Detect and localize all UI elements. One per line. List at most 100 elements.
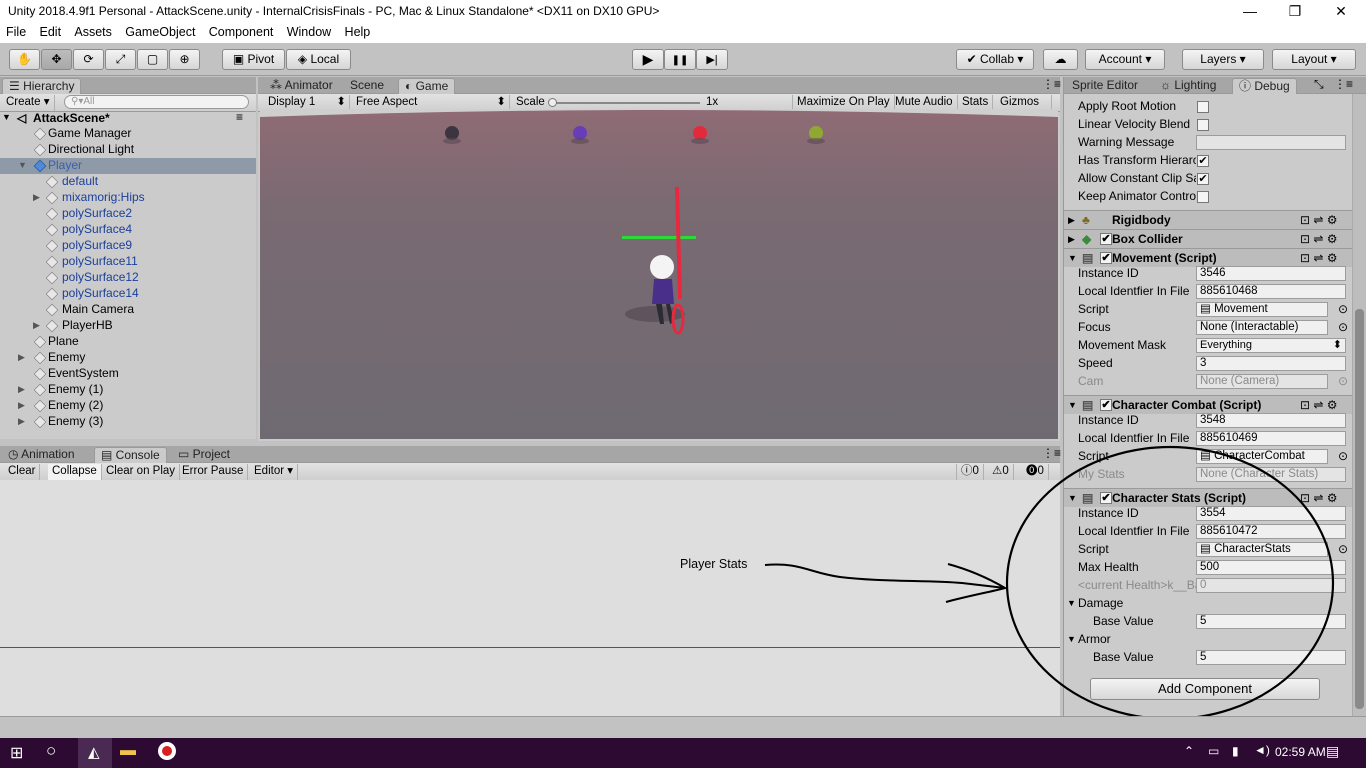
clock[interactable]: 02:59 AM [1275,745,1326,759]
focus-field[interactable]: None (Interactable) [1196,320,1328,335]
hierarchy-item-selected[interactable]: ▼ Player [0,158,256,174]
collab-dropdown[interactable]: ✔ Collab ▾ [956,49,1034,70]
layers-dropdown[interactable]: Layers ▾ [1182,49,1264,70]
minimize-button[interactable]: — [1227,0,1273,23]
battery-icon[interactable]: ▮ [1232,744,1239,758]
tab-lighting[interactable]: ☼ Lighting [1154,78,1222,94]
object-picker-icon[interactable]: ⊙ [1338,373,1348,390]
movement-mask-dropdown[interactable]: Everything ⬍ [1196,338,1346,353]
hierarchy-item[interactable]: EventSystem [0,366,256,382]
clear-on-play-toggle[interactable]: Clear on Play [102,464,181,480]
network-icon[interactable]: ▭ [1208,744,1219,758]
movement-enabled-checkbox[interactable]: ✔ [1100,252,1112,264]
restore-button[interactable]: ❐ [1272,0,1318,23]
instance-id-field[interactable]: 3546 [1196,266,1346,281]
hierarchy-item[interactable]: polySurface9 [0,238,256,254]
apply-root-motion-checkbox[interactable] [1197,101,1209,113]
object-picker-icon[interactable]: ⊙ [1338,301,1348,318]
cam-field[interactable]: None (Camera) [1196,374,1328,389]
unity-taskbar-icon[interactable]: ◭ [78,738,112,768]
scene-header[interactable]: ▼ ◁ AttackScene* ≡ [0,110,256,125]
transform-tool-button[interactable]: ⊕ [169,49,200,70]
cloud-button[interactable]: ☁ [1043,49,1078,70]
layout-dropdown[interactable]: Layout ▾ [1272,49,1356,70]
hierarchy-item[interactable]: ▶ Enemy [0,350,256,366]
tray-chevron-icon[interactable]: ⌃ [1184,744,1194,758]
hierarchy-item[interactable]: Game Manager [0,126,256,142]
hierarchy-item[interactable]: default [0,174,256,190]
component-settings-icons[interactable]: ⊡ ⇌ ⚙ [1300,211,1338,229]
create-dropdown[interactable]: Create ▾ [2,95,55,111]
hierarchy-item[interactable]: ▶ Enemy (1) [0,382,256,398]
object-picker-icon[interactable]: ⊙ [1338,319,1348,336]
hand-tool-button[interactable]: ✋ [9,49,40,70]
hierarchy-search-input[interactable]: ⚲▾All [64,95,249,109]
tab-debug[interactable]: ⓘ Debug [1232,78,1297,94]
editor-dropdown[interactable]: Editor ▾ [250,464,299,480]
tab-hierarchy[interactable]: ☰ Hierarchy [2,78,82,94]
menu-gameobject[interactable]: GameObject [121,23,199,39]
rotate-tool-button[interactable]: ⟳ [73,49,104,70]
folder-icon[interactable]: ▬ [120,742,136,760]
script-field[interactable]: ▤ Movement [1196,302,1328,317]
tab-project[interactable]: ▭ Project [172,447,236,463]
combat-enabled-checkbox[interactable]: ✔ [1100,399,1112,411]
lock-icon[interactable]: ⋮≡ [1334,77,1353,91]
search-icon[interactable]: ○ [46,741,56,761]
hierarchy-item[interactable]: ▶ PlayerHB [0,318,256,334]
notifications-icon[interactable]: ▤ [1326,743,1339,760]
close-button[interactable]: ✕ [1318,0,1364,23]
local-toggle[interactable]: ◈ Local [286,49,351,70]
hierarchy-item[interactable]: ▶ Enemy (2) [0,398,256,414]
hierarchy-item[interactable]: Plane [0,334,256,350]
component-rigidbody[interactable]: ▶ ♣ Rigidbody ⊡ ⇌ ⚙ [1064,210,1352,229]
component-settings-icons[interactable]: ⊡ ⇌ ⚙ [1300,230,1338,248]
warning-message-field[interactable] [1196,135,1346,150]
menu-edit[interactable]: Edit [36,23,66,39]
tab-animator[interactable]: ⁂ Animator [264,78,339,94]
tab-sprite-editor[interactable]: Sprite Editor [1066,78,1144,94]
hierarchy-item[interactable]: polySurface11 [0,254,256,270]
tab-scene[interactable]: Scene [344,78,390,94]
pivot-toggle[interactable]: ▣ Pivot [222,49,285,70]
move-tool-button[interactable]: ✥ [41,49,72,70]
hierarchy-item[interactable]: polySurface2 [0,206,256,222]
linear-velocity-checkbox[interactable] [1197,119,1209,131]
menu-assets[interactable]: Assets [70,23,116,39]
speed-field[interactable]: 3 [1196,356,1346,371]
menu-help[interactable]: Help [341,23,375,39]
hierarchy-item[interactable]: polySurface12 [0,270,256,286]
panel-menu-icon[interactable]: ⋮≡ [1042,77,1061,91]
clear-button[interactable]: Clear [4,464,41,480]
scale-slider-handle[interactable] [548,98,557,107]
menu-file[interactable]: File [2,23,30,39]
keep-animator-checkbox[interactable] [1197,191,1209,203]
rect-tool-button[interactable]: ▢ [137,49,168,70]
allow-constant-clip-checkbox[interactable]: ✔ [1197,173,1209,185]
hierarchy-item[interactable]: Directional Light [0,142,256,158]
tab-animation[interactable]: ◷ Animation [2,447,81,463]
tab-console[interactable]: ▤ Console [94,447,167,463]
step-button[interactable]: ▶| [696,49,728,70]
tab-game[interactable]: ◐ Game [398,78,456,94]
menu-component[interactable]: Component [205,23,278,39]
collapse-toggle[interactable]: Collapse [48,464,102,480]
hierarchy-item[interactable]: Main Camera [0,302,256,318]
hierarchy-item[interactable]: polySurface14 [0,286,256,302]
game-viewport[interactable] [260,109,1058,439]
account-dropdown[interactable]: Account ▾ [1085,49,1165,70]
instance-id-field[interactable]: 3548 [1196,413,1346,428]
scale-tool-button[interactable]: ⤢ [105,49,136,70]
hierarchy-item[interactable]: ▶ mixamorig:Hips [0,190,256,206]
record-app-icon[interactable] [158,742,176,760]
hierarchy-item[interactable]: polySurface4 [0,222,256,238]
hierarchy-item[interactable]: ▶ Enemy (3) [0,414,256,430]
local-identifier-field[interactable]: 885610468 [1196,284,1346,299]
play-button[interactable]: ▶ [632,49,664,70]
menu-window[interactable]: Window [283,23,335,39]
windows-start-icon[interactable]: ⊞ [10,743,23,763]
volume-icon[interactable]: ◄) [1254,743,1270,757]
component-box-collider[interactable]: ▶ ◆ ✔ Box Collider ⊡ ⇌ ⚙ [1064,229,1352,248]
maximize-icon[interactable]: ⤡ [1314,77,1324,92]
box-collider-enabled-checkbox[interactable]: ✔ [1100,233,1112,245]
